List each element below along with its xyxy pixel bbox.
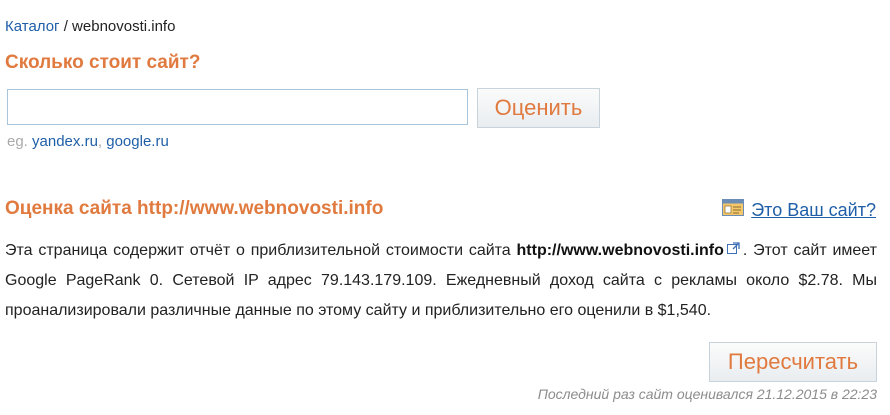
example-link-yandex[interactable]: yandex.ru xyxy=(32,133,98,150)
examples-prefix: eg. xyxy=(7,133,33,150)
breadcrumb-catalog-link[interactable]: Каталог xyxy=(5,18,60,35)
id-card-icon xyxy=(722,199,745,221)
breadcrumb: Каталог / webnovosti.info xyxy=(5,18,175,35)
example-link-google[interactable]: google.ru xyxy=(106,133,169,150)
breadcrumb-separator: / xyxy=(59,18,73,35)
report-paragraph: Эта страница содержит отчёт о приблизите… xyxy=(5,236,877,326)
last-evaluated-note: Последний раз сайт оценивался 21.12.2015… xyxy=(537,386,877,402)
evaluate-button[interactable]: Оценить xyxy=(477,88,600,128)
owner-link[interactable]: Это Ваш сайт? xyxy=(751,200,876,221)
breadcrumb-current: webnovosti.info xyxy=(72,18,176,35)
site-evaluation-title: Оценка сайта http://www.webnovosti.info xyxy=(5,198,384,219)
report-site-url: http://www.webnovosti.info xyxy=(516,242,724,260)
examples-hint: eg. yandex.ru, google.ru xyxy=(7,133,169,150)
recalculate-button[interactable]: Пересчитать xyxy=(709,342,877,382)
page-question-title: Сколько стоит сайт? xyxy=(5,52,201,73)
external-link-icon[interactable] xyxy=(726,236,740,266)
owner-link-block: Это Ваш сайт? xyxy=(722,199,876,221)
site-url-input[interactable] xyxy=(7,89,468,125)
report-text-1: Эта страница содержит отчёт о приблизите… xyxy=(5,242,517,260)
examples-separator: , xyxy=(97,133,107,150)
